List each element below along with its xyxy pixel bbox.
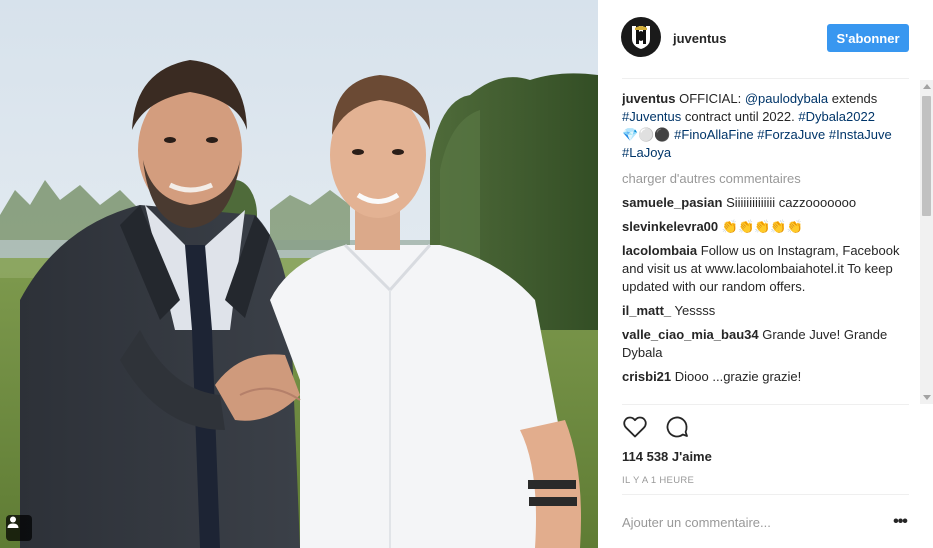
juventus-shield-logo	[632, 26, 650, 49]
comment-author[interactable]: crisbi21	[622, 369, 671, 384]
hashtag-link[interactable]: #InstaJuve	[829, 127, 892, 142]
comment-author[interactable]: valle_ciao_mia_bau34	[622, 327, 759, 342]
person-icon	[7, 516, 19, 528]
comment-text: Siiiiiiiiiiiiii cazzooooooo	[726, 195, 857, 210]
mention-link[interactable]: @paulodybala	[745, 91, 828, 106]
heart-icon	[623, 416, 647, 438]
add-comment-input[interactable]	[622, 512, 872, 532]
scrollbar-thumb[interactable]	[922, 96, 931, 216]
caption: juventus OFFICIAL: @paulodybala extends …	[622, 90, 914, 162]
scroll-up-arrow-icon[interactable]	[923, 84, 931, 89]
tagged-users-button[interactable]	[6, 515, 32, 541]
post-timestamp[interactable]: IL Y A 1 HEURE	[622, 475, 694, 486]
more-options-button[interactable]: •••	[891, 513, 909, 531]
post-side-panel: juventus S'abonner juventus OFFICIAL: @p…	[598, 0, 933, 548]
likes-count[interactable]: 114 538 J'aime	[622, 449, 712, 464]
caption-text: extends	[828, 91, 878, 106]
post-actions	[622, 414, 690, 442]
post-author-username[interactable]: juventus	[673, 31, 726, 46]
header-divider	[622, 78, 909, 79]
caption-text: OFFICIAL:	[675, 91, 745, 106]
comment-item: lacolombaia Follow us on Instagram, Face…	[622, 242, 914, 296]
comment-button[interactable]	[664, 414, 690, 440]
comment-item: crisbi21 Diooo ...grazie grazie!	[622, 368, 914, 386]
caption-author[interactable]: juventus	[622, 91, 675, 106]
speech-bubble-icon	[666, 416, 688, 438]
hashtag-link[interactable]: #ForzaJuve	[757, 127, 825, 142]
post-photo[interactable]	[0, 0, 598, 548]
comment-author[interactable]: samuele_pasian	[622, 195, 722, 210]
comment-item: valle_ciao_mia_bau34 Grande Juve! Grande…	[622, 326, 914, 362]
comment-author[interactable]: lacolombaia	[622, 243, 697, 258]
comments-scrollbar[interactable]	[920, 80, 933, 404]
comment-author[interactable]: slevinkelevra00	[622, 219, 718, 234]
comment-text: Yessss	[674, 303, 716, 318]
comment-item: slevinkelevra00 👏👏👏👏👏	[622, 218, 914, 236]
comment-item: samuele_pasian Siiiiiiiiiiiiii cazzooooo…	[622, 194, 914, 212]
follow-button[interactable]: S'abonner	[827, 24, 909, 52]
hashtag-link[interactable]: #FinoAllaFine	[674, 127, 754, 142]
photo-illustration	[0, 0, 598, 548]
comment-author[interactable]: il_matt_	[622, 303, 671, 318]
like-button[interactable]	[622, 414, 648, 440]
post-header: juventus S'abonner	[598, 0, 933, 78]
comment-text: Diooo ...grazie grazie!	[674, 369, 802, 384]
scroll-down-arrow-icon[interactable]	[923, 395, 931, 400]
comments-divider	[622, 404, 909, 405]
comment-text: 👏👏👏👏👏	[721, 219, 803, 234]
hashtag-link[interactable]: #LaJoya	[622, 145, 671, 160]
load-more-comments-link[interactable]: charger d'autres commentaires	[622, 170, 914, 188]
hashtag-link[interactable]: #Dybala2022	[798, 109, 875, 124]
caption-text: contract until 2022.	[681, 109, 799, 124]
caption-emoji: 💎⚪⚫	[622, 127, 675, 142]
hashtag-link[interactable]: #Juventus	[622, 109, 681, 124]
comment-item: il_matt_ Yessss	[622, 302, 914, 320]
comments-list[interactable]: juventus OFFICIAL: @paulodybala extends …	[622, 90, 914, 404]
avatar[interactable]	[621, 17, 661, 57]
footer-divider	[622, 494, 909, 495]
